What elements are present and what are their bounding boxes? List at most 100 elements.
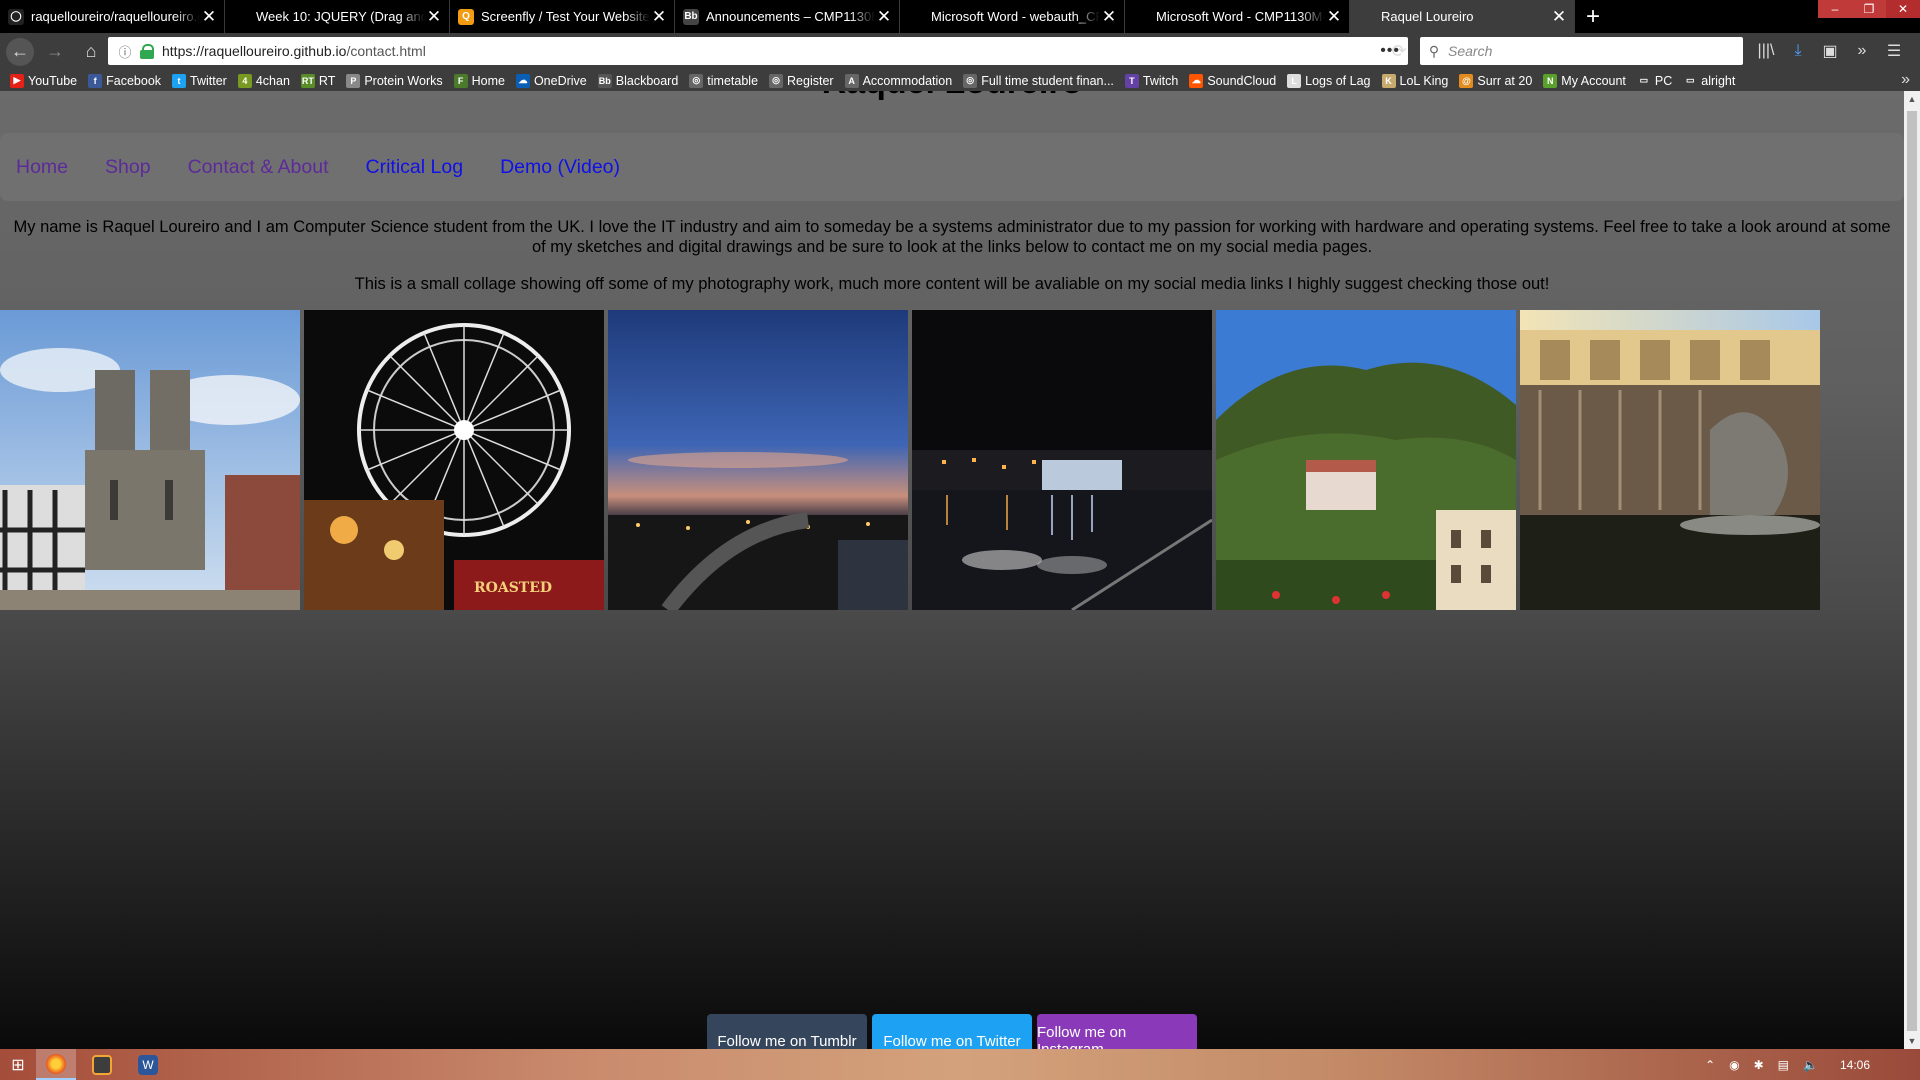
scroll-up-arrow-icon[interactable]: ▲ bbox=[1904, 91, 1920, 107]
bookmark-item[interactable]: N My Account bbox=[1543, 73, 1626, 88]
browser-tab[interactable]: Q Screenfly / Test Your Website a ✕ bbox=[450, 0, 675, 33]
nav-link[interactable]: Critical Log bbox=[366, 156, 464, 179]
hillside-town-photo[interactable] bbox=[1216, 310, 1516, 610]
tab-title: raquelloureiro/raquelloureiro.git bbox=[31, 9, 200, 24]
bookmark-item[interactable]: @ Surr at 20 bbox=[1459, 73, 1532, 88]
bookmark-icon: N bbox=[1543, 73, 1558, 88]
bookmark-label: OneDrive bbox=[533, 73, 587, 88]
fountain-photo[interactable] bbox=[1520, 310, 1820, 610]
github-icon: ◯ bbox=[8, 8, 24, 25]
intro-paragraph: My name is Raquel Loureiro and I am Comp… bbox=[13, 218, 1891, 256]
bookmark-item[interactable]: K LoL King bbox=[1381, 73, 1448, 88]
downloads-icon[interactable]: ⤓ bbox=[1782, 37, 1814, 65]
bookmark-label: Accommodation bbox=[862, 73, 953, 88]
night-river-photo[interactable] bbox=[912, 310, 1212, 610]
discord-tray-icon[interactable]: ◉ bbox=[1729, 1058, 1739, 1072]
bookmark-item[interactable]: t Twitter bbox=[172, 73, 227, 88]
bookmark-item[interactable]: L Logs of Lag bbox=[1287, 73, 1371, 88]
overflow-chevron-icon[interactable]: » bbox=[1846, 37, 1878, 65]
taskbar-clock[interactable]: 14:06 bbox=[1840, 1058, 1870, 1072]
twitter-button[interactable]: Follow me on Twitter bbox=[872, 1014, 1032, 1049]
search-box[interactable]: ⚲ Search bbox=[1420, 37, 1743, 65]
menu-icon[interactable]: ☰ bbox=[1878, 37, 1910, 65]
tumblr-button[interactable]: Follow me on Tumblr bbox=[707, 1014, 867, 1049]
bookmark-item[interactable]: ◎ Register bbox=[769, 73, 834, 88]
ferris-wheel-photo[interactable]: ROASTED bbox=[304, 310, 604, 610]
close-icon[interactable]: ✕ bbox=[200, 7, 218, 27]
firefox-taskbar-icon[interactable] bbox=[36, 1049, 76, 1080]
sunset-city-photo[interactable] bbox=[608, 310, 908, 610]
bookmarks-overflow-icon[interactable]: » bbox=[1901, 71, 1910, 89]
tab-title: Announcements – CMP1130M bbox=[706, 9, 875, 24]
scrollbar-thumb[interactable] bbox=[1907, 111, 1917, 1031]
close-icon[interactable]: ✕ bbox=[1100, 7, 1118, 27]
page-viewport: Raquel Loureiro Home Shop Contact & About C… bbox=[0, 91, 1904, 1049]
volume-icon[interactable]: 🔈 bbox=[1803, 1058, 1818, 1072]
word-taskbar-icon[interactable]: W bbox=[128, 1049, 168, 1080]
nav-link[interactable]: Demo (Video) bbox=[500, 156, 620, 179]
browser-tab[interactable]: Microsoft Word - CMP1130M-Web✕ bbox=[1125, 0, 1350, 33]
back-arrow-icon[interactable]: ← bbox=[6, 37, 34, 66]
close-icon[interactable]: ✕ bbox=[650, 7, 668, 27]
bookmark-item[interactable]: F Home bbox=[453, 73, 505, 88]
windows-start-icon[interactable]: ⊞ bbox=[0, 1049, 36, 1080]
page-icon bbox=[908, 8, 924, 25]
sublime-taskbar-icon[interactable] bbox=[82, 1049, 122, 1080]
nav-link[interactable]: Shop bbox=[105, 156, 151, 179]
close-icon[interactable]: ✕ bbox=[875, 7, 893, 27]
browser-tab[interactable]: Raquel Loureiro ✕ bbox=[1350, 0, 1575, 33]
tray-chevron-icon[interactable]: ⌃ bbox=[1705, 1058, 1715, 1072]
browser-tab[interactable]: ◯ raquelloureiro/raquelloureiro.git ✕ bbox=[0, 0, 225, 33]
close-icon[interactable]: ✕ bbox=[1325, 7, 1343, 27]
address-bar[interactable]: ⓘ https://raquelloureiro.github.io /cont… bbox=[108, 37, 1408, 65]
bookmark-icon: ◎ bbox=[769, 73, 784, 88]
browser-tab[interactable]: Bb Announcements – CMP1130M ✕ bbox=[675, 0, 900, 33]
bookmark-item[interactable]: Bb Blackboard bbox=[597, 73, 678, 88]
bookmark-label: Logs of Lag bbox=[1305, 73, 1371, 88]
bookmark-item[interactable]: T Twitch bbox=[1124, 73, 1178, 88]
instagram-button[interactable]: Follow me on Instagram bbox=[1037, 1014, 1197, 1049]
cathedral-photo[interactable] bbox=[0, 310, 300, 610]
restore-button[interactable]: ❐ bbox=[1852, 0, 1886, 18]
bookmark-label: Register bbox=[787, 73, 834, 88]
close-icon[interactable]: ✕ bbox=[425, 7, 443, 27]
bookmark-item[interactable]: RT RT bbox=[300, 73, 335, 88]
home-icon[interactable]: ⌂ bbox=[76, 37, 106, 67]
nav-link[interactable]: Contact & About bbox=[188, 156, 329, 179]
bookmark-item[interactable]: P Protein Works bbox=[346, 73, 443, 88]
system-tray: ⌃ ◉ ✱ ▤ 🔈 14:06 bbox=[1691, 1049, 1910, 1080]
forward-arrow-icon[interactable]: → bbox=[40, 37, 70, 67]
browser-tab[interactable]: Microsoft Word - webauth_CRG_v1✕ bbox=[900, 0, 1125, 33]
close-icon[interactable]: ✕ bbox=[1550, 7, 1568, 27]
network-icon[interactable]: ▤ bbox=[1778, 1058, 1789, 1072]
reload-icon[interactable]: ⟳ bbox=[1384, 37, 1414, 65]
app-tray-icon[interactable]: ✱ bbox=[1754, 1058, 1764, 1072]
bookmark-item[interactable]: ▭ PC bbox=[1636, 73, 1672, 88]
library-icon[interactable]: |||\ bbox=[1750, 37, 1782, 65]
browser-tab[interactable]: Week 10: JQUERY (Drag and drop)✕ bbox=[225, 0, 450, 33]
scroll-down-arrow-icon[interactable]: ▼ bbox=[1904, 1033, 1920, 1049]
nav-link[interactable]: Home bbox=[16, 156, 68, 179]
bookmark-icon: ▶ bbox=[10, 73, 24, 88]
search-placeholder: Search bbox=[1448, 43, 1493, 59]
bookmark-item[interactable]: ◎ Full time student finan... bbox=[963, 73, 1114, 88]
url-host: https://raquelloureiro.github.io bbox=[162, 43, 347, 59]
page-icon bbox=[1133, 8, 1149, 25]
info-icon[interactable]: ⓘ bbox=[114, 42, 136, 61]
bookmark-item[interactable]: A Accommodation bbox=[844, 73, 953, 88]
new-tab-plus-icon[interactable]: + bbox=[1575, 0, 1611, 33]
bookmark-item[interactable]: ☁ SoundCloud bbox=[1189, 73, 1277, 88]
bookmark-item[interactable]: 4 4chan bbox=[237, 73, 290, 88]
close-window-button[interactable]: ✕ bbox=[1886, 0, 1920, 18]
minimize-button[interactable]: – bbox=[1818, 0, 1852, 18]
bookmark-icon: ◎ bbox=[963, 73, 978, 88]
page-scrollbar[interactable]: ▲ ▼ bbox=[1904, 91, 1920, 1049]
bookmark-item[interactable]: ☁ OneDrive bbox=[515, 73, 587, 88]
sidebar-icon[interactable]: ▣ bbox=[1814, 37, 1846, 65]
bookmark-item[interactable]: ◎ timetable bbox=[689, 73, 758, 88]
tab-title: Microsoft Word - webauth_CRG_v1 bbox=[931, 9, 1100, 24]
bookmark-item[interactable]: f Facebook bbox=[88, 73, 161, 88]
bookmark-item[interactable]: ▭ alright bbox=[1683, 73, 1735, 88]
bookmark-item[interactable]: ▶ YouTube bbox=[10, 73, 77, 88]
bookmark-label: SoundCloud bbox=[1207, 73, 1277, 88]
